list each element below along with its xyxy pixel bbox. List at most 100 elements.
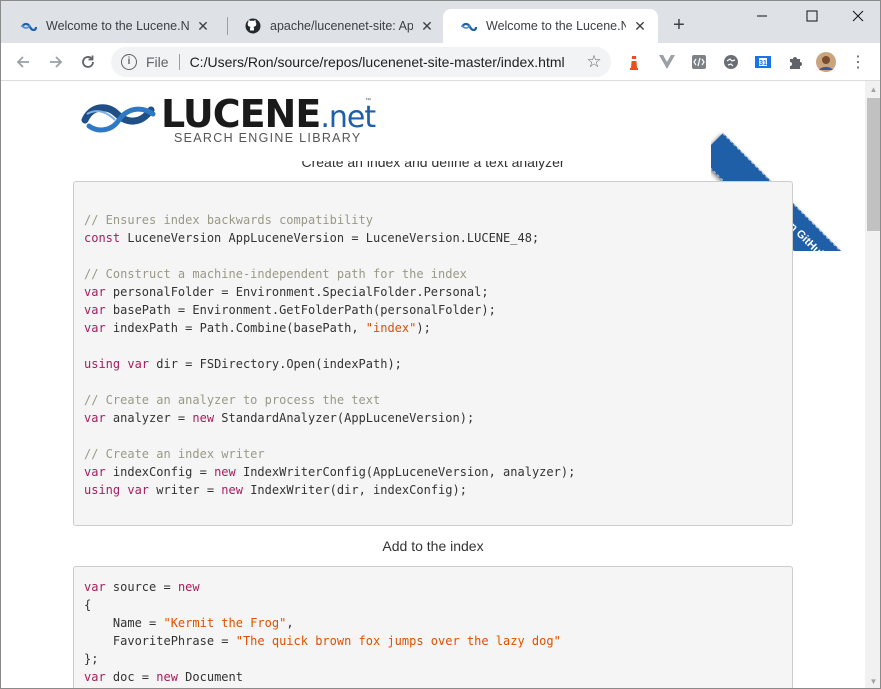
back-button[interactable] xyxy=(12,51,34,73)
profile-avatar-icon[interactable] xyxy=(816,52,836,72)
code-token: ); xyxy=(416,321,431,335)
code-token: var xyxy=(84,321,106,335)
code-token: var xyxy=(84,580,106,594)
code-token: var xyxy=(84,411,106,425)
puzzle-extensions-icon[interactable] xyxy=(785,52,805,72)
code-line: using var dir = FSDirectory.Open(indexPa… xyxy=(84,355,782,373)
code-line: // Create an analyzer to process the tex… xyxy=(84,391,782,409)
address-bar[interactable]: i File C:/Users/Ron/source/repos/lucenen… xyxy=(111,47,611,77)
menu-kebab-icon[interactable]: ⋮ xyxy=(848,52,868,72)
section-caption-add-to-index: Add to the index xyxy=(382,538,484,554)
code-line: // Construct a machine-independent path … xyxy=(84,265,782,283)
code-token: Name = xyxy=(84,616,164,630)
code-line: using var writer = new IndexWriter(dir, … xyxy=(84,481,782,499)
lucene-favicon-icon xyxy=(461,18,477,34)
code-token: { xyxy=(84,598,92,612)
code-line: FavoritePhrase = "The quick brown fox ju… xyxy=(84,632,782,650)
code-line: var indexPath = Path.Combine(basePath, "… xyxy=(84,319,782,337)
code-token: "Kermit the Frog" xyxy=(163,616,287,630)
scroll-down-arrow-icon[interactable]: ▼ xyxy=(865,673,880,688)
code-line: // Ensures index backwards compatibility xyxy=(84,211,782,229)
code-token: analyzer = xyxy=(105,411,193,425)
code-token: "The quick brown fox jumps over the lazy… xyxy=(235,634,561,648)
code-line: var source = new xyxy=(84,578,782,596)
browser-window: Welcome to the Lucene.Net ✕ apache/lucen… xyxy=(0,0,881,689)
code-token: indexConfig = xyxy=(105,465,215,479)
code-token: using xyxy=(84,357,121,371)
code-token: personalFolder = Environment.SpecialFold… xyxy=(105,285,489,299)
code-token: FavoritePhrase = xyxy=(84,634,236,648)
code-token: // Create an index writer xyxy=(84,447,265,461)
close-icon[interactable]: ✕ xyxy=(419,18,435,34)
code-line: // Create an index writer xyxy=(84,445,782,463)
code-token: IndexWriter(dir, indexConfig); xyxy=(242,483,467,497)
lucene-swoosh-icon xyxy=(81,104,156,133)
svg-text:31: 31 xyxy=(759,60,767,67)
code-token: basePath = Environment.GetFolderPath(per… xyxy=(105,303,496,317)
tab-lucene-active[interactable]: Welcome to the Lucene.Net ✕ xyxy=(443,9,658,43)
tab-title: Welcome to the Lucene.Net xyxy=(46,19,189,33)
browser-toolbar: i File C:/Users/Ron/source/repos/lucenen… xyxy=(1,43,880,81)
code-token: new xyxy=(177,580,200,594)
vue-devtools-extension-icon[interactable] xyxy=(657,52,677,72)
code-line: { xyxy=(84,596,782,614)
code-token: const xyxy=(84,231,121,245)
scroll-up-arrow-icon[interactable]: ▲ xyxy=(865,81,880,98)
code-token: }; xyxy=(84,652,99,666)
close-icon[interactable]: ✕ xyxy=(195,18,211,34)
code-token: StandardAnalyzer(AppLuceneVersion); xyxy=(214,411,475,425)
omnibox-divider xyxy=(178,54,180,70)
code-token: Document xyxy=(177,670,243,684)
logo-trademark: ™ xyxy=(365,98,371,104)
code-token: using xyxy=(84,483,121,497)
close-window-button[interactable] xyxy=(842,5,874,27)
calendar-extension-icon[interactable]: 31 xyxy=(753,52,773,72)
code-token: var xyxy=(84,303,106,317)
maximize-button[interactable] xyxy=(796,5,828,27)
code-token: new xyxy=(156,670,178,684)
code-token: var xyxy=(84,285,106,299)
vertical-scrollbar[interactable]: ▲ ▼ xyxy=(865,81,880,688)
star-icon[interactable]: ☆ xyxy=(585,52,603,72)
section-caption-create-index: Create an index and define a text analyz… xyxy=(301,154,565,170)
url-text[interactable]: C:/Users/Ron/source/repos/lucenenet-site… xyxy=(190,54,585,70)
code-line: Name = "Kermit the Frog", xyxy=(84,614,782,632)
code-token: new xyxy=(221,483,243,497)
reload-button[interactable] xyxy=(77,51,99,73)
info-icon[interactable]: i xyxy=(121,54,137,70)
code-token: indexPath = Path.Combine(basePath, xyxy=(105,321,366,335)
code-token: new xyxy=(192,411,215,425)
code-line: }; xyxy=(84,650,782,668)
logo-word: LUCENE xyxy=(161,92,321,136)
tab-lucene-1[interactable]: Welcome to the Lucene.Net ✕ xyxy=(3,9,221,43)
code-token: var xyxy=(127,357,150,371)
code-token: "index" xyxy=(365,321,417,335)
lighthouse-extension-icon[interactable] xyxy=(624,52,644,72)
code-token: var xyxy=(84,465,106,479)
github-icon xyxy=(245,18,261,34)
code-token: writer = xyxy=(149,483,222,497)
tab-github[interactable]: apache/lucenenet-site: Apac ✕ xyxy=(227,9,445,43)
code-line: var basePath = Environment.GetFolderPath… xyxy=(84,301,782,319)
code-extension-icon[interactable] xyxy=(689,52,709,72)
code-token: // Construct a machine-independent path … xyxy=(84,267,467,281)
tab-strip: Welcome to the Lucene.Net ✕ apache/lucen… xyxy=(1,1,880,43)
forward-button[interactable] xyxy=(45,51,67,73)
code-token: var xyxy=(127,483,150,497)
code-token: // Create an analyzer to process the tex… xyxy=(84,393,381,407)
new-tab-button[interactable]: + xyxy=(669,15,689,36)
tab-title: Welcome to the Lucene.Net xyxy=(486,19,626,33)
code-line: var personalFolder = Environment.Special… xyxy=(84,283,782,301)
code-token: source = xyxy=(105,580,178,594)
scrollbar-thumb[interactable] xyxy=(867,98,880,231)
lucene-logo[interactable]: LUCENE.net ™ SEARCH ENGINE LIBRARY xyxy=(81,92,381,147)
code-token: doc = xyxy=(105,670,157,684)
close-icon[interactable]: ✕ xyxy=(632,18,648,34)
code-line: var doc = new Document xyxy=(84,668,782,686)
lucene-favicon-icon xyxy=(21,18,37,34)
minimize-button[interactable] xyxy=(746,5,778,27)
globe-extension-icon[interactable] xyxy=(721,52,741,72)
code-token: IndexWriterConfig(AppLuceneVersion, anal… xyxy=(235,465,576,479)
code-line: var indexConfig = new IndexWriterConfig(… xyxy=(84,463,782,481)
